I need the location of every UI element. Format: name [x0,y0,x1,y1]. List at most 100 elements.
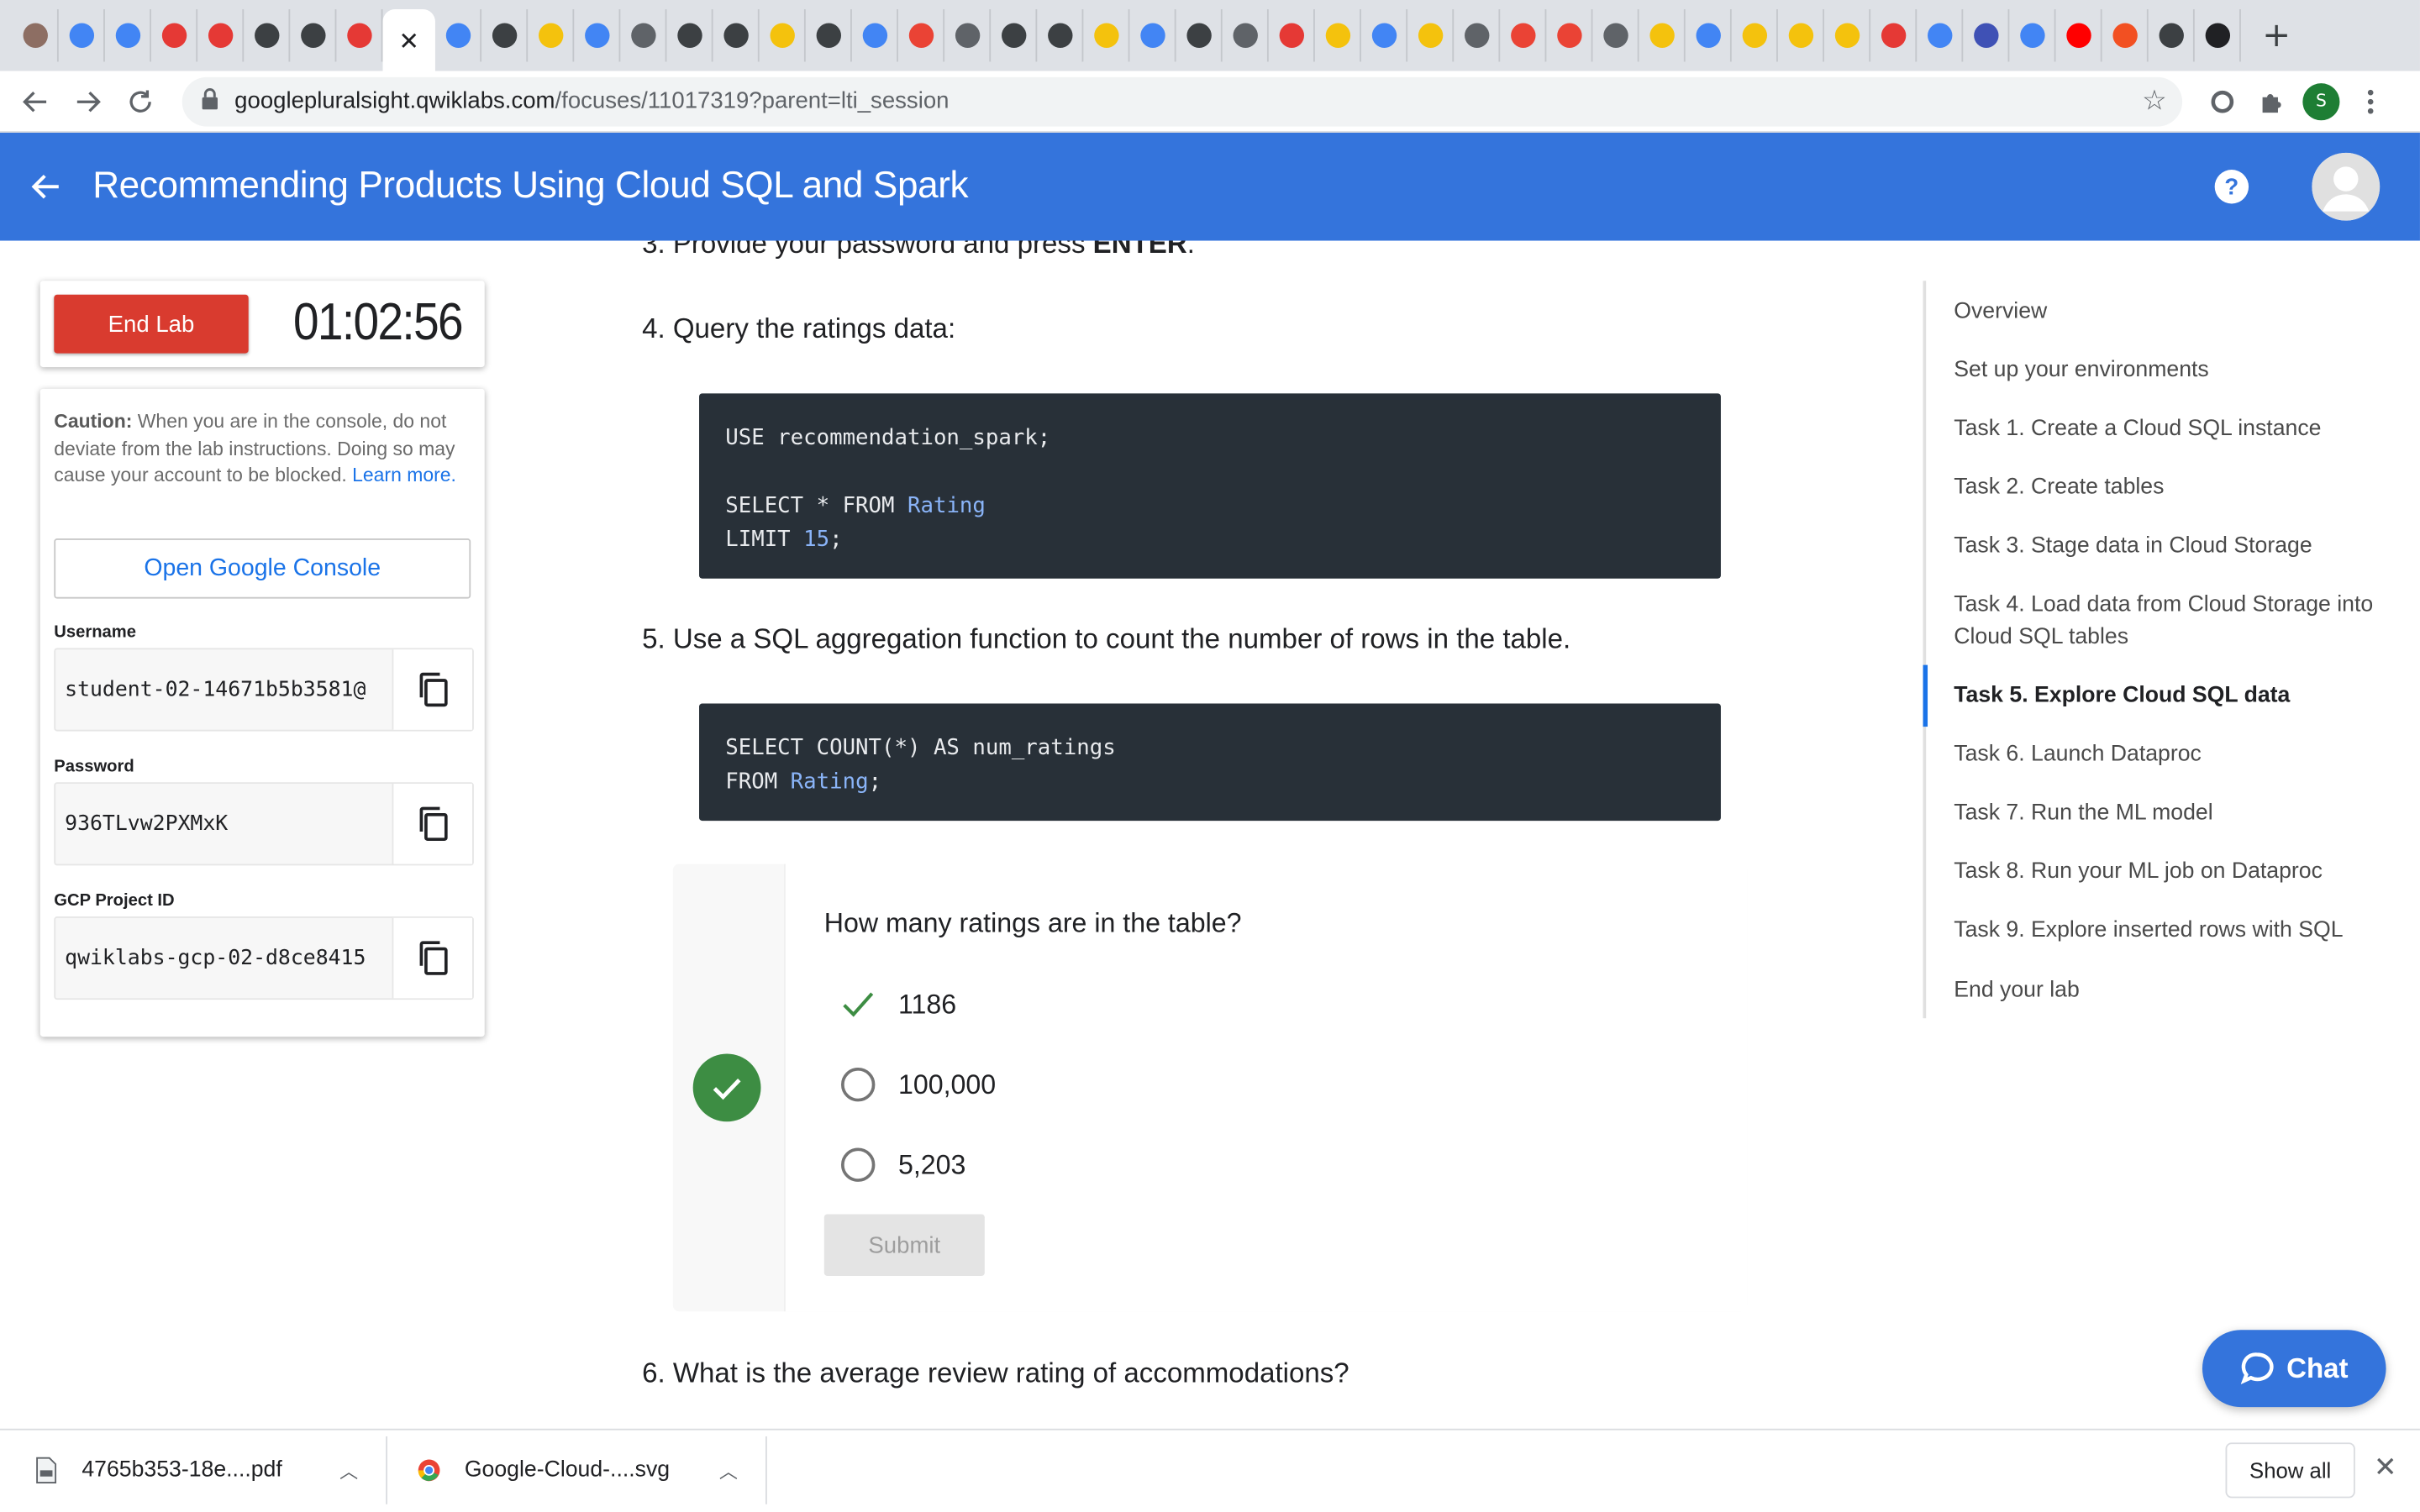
password-value[interactable]: 936TLvw2PXMxK [55,784,392,864]
browser-tab[interactable] [620,9,667,62]
reload-icon[interactable] [114,75,166,127]
browser-tab[interactable] [991,9,1038,62]
kebab-menu-icon[interactable] [2346,76,2396,126]
toc-item[interactable]: Overview [1954,297,2402,329]
new-tab-button[interactable]: + [2254,13,2300,59]
browser-tab[interactable] [760,9,806,62]
browser-tab[interactable] [1083,9,1130,62]
toc-item[interactable]: Task 4. Load data from Cloud Storage int… [1954,590,2402,654]
user-avatar[interactable] [2312,152,2381,221]
radio-button[interactable] [841,1067,876,1102]
browser-tab[interactable] [1546,9,1593,62]
browser-tab[interactable] [2102,9,2149,62]
browser-tab[interactable] [197,9,245,62]
browser-tab[interactable] [852,9,898,62]
browser-tab[interactable] [290,9,337,62]
quiz-option-2[interactable]: 100,000 [841,1067,996,1102]
browser-tab[interactable] [2149,9,2195,62]
radio-button[interactable] [841,1147,876,1182]
toc-item[interactable]: Task 3. Stage data in Cloud Storage [1954,531,2402,564]
browser-tab[interactable] [806,9,852,62]
browser-tab[interactable] [105,9,151,62]
browser-tab[interactable] [944,9,992,62]
browser-tab[interactable] [1639,9,1686,62]
browser-tab[interactable] [1778,9,1824,62]
browser-tab[interactable] [1315,9,1361,62]
browser-tab[interactable] [1454,9,1501,62]
browser-tab[interactable] [336,9,383,62]
browser-tab[interactable] [528,9,575,62]
quiz-option-3[interactable]: 5,203 [841,1147,965,1182]
close-icon[interactable]: ✕ [2374,1452,2397,1484]
toc-item[interactable]: Set up your environments [1954,354,2402,387]
puzzle-extensions-icon[interactable] [2247,76,2296,126]
browser-tab[interactable] [1500,9,1547,62]
browser-tab[interactable] [435,9,482,62]
browser-tab[interactable] [1176,9,1223,62]
username-value[interactable]: student-02-14671b5b3581@ [55,649,392,730]
forward-arrow-icon[interactable] [61,75,113,127]
browser-tab[interactable] [1732,9,1778,62]
address-bar[interactable]: googlepluralsight.qwiklabs.com /focuses/… [182,76,2183,126]
browser-tab[interactable] [1407,9,1455,62]
browser-tab[interactable] [2055,9,2102,62]
toc-item[interactable]: Task 5. Explore Cloud SQL data [1954,680,2402,713]
bookmark-star-icon[interactable]: ☆ [2142,85,2167,118]
browser-tab[interactable] [666,9,713,62]
browser-tab[interactable] [244,9,291,62]
close-icon[interactable]: ✕ [398,25,419,55]
show-all-downloads-button[interactable]: Show all [2225,1442,2355,1499]
quiz-option-1[interactable]: 1186 [841,987,956,1021]
copy-icon[interactable] [392,649,473,730]
open-google-console-button[interactable]: Open Google Console [54,538,471,599]
browser-tab[interactable] [2195,9,2241,62]
browser-tab[interactable] [13,9,59,62]
copy-icon[interactable] [392,917,473,999]
back-arrow-icon[interactable] [0,133,92,241]
browser-tab[interactable] [1223,9,1269,62]
toc-item[interactable]: Task 9. Explore inserted rows with SQL [1954,915,2402,948]
toc-item[interactable]: Task 8. Run your ML job on Dataproc [1954,856,2402,889]
toc-item[interactable]: Task 2. Create tables [1954,472,2402,505]
help-icon[interactable]: ? [2214,170,2249,204]
project-id-value[interactable]: qwiklabs-gcp-02-d8ce8415 [55,918,392,999]
browser-tab[interactable] [574,9,621,62]
browser-tab[interactable] [59,9,105,62]
chevron-up-icon[interactable]: ︿ [719,1457,738,1483]
browser-tab[interactable] [1361,9,1408,62]
code-block-query-ratings[interactable]: USE recommendation_spark; SELECT * FROM … [699,393,1721,579]
chat-button[interactable]: Chat [2202,1330,2386,1408]
submit-button[interactable]: Submit [823,1214,985,1276]
browser-tab[interactable] [1824,9,1871,62]
toc-item[interactable]: End your lab [1954,975,2402,1008]
toc-item[interactable]: Task 6. Launch Dataproc [1954,739,2402,772]
download-filename: 4765b353-18e....pdf [82,1457,282,1483]
end-lab-button[interactable]: End Lab [54,294,249,354]
download-item[interactable]: 4765b353-18e....pdf ︿ [34,1431,388,1511]
video-icon [68,23,94,48]
back-arrow-icon[interactable] [9,75,61,127]
browser-tab[interactable] [1037,9,1084,62]
copy-icon[interactable] [392,784,473,864]
browser-tab[interactable] [1686,9,1732,62]
browser-tab[interactable] [1917,9,1964,62]
browser-tab[interactable] [2009,9,2056,62]
browser-tab[interactable] [1963,9,2010,62]
extension-circle-icon[interactable] [2197,76,2247,126]
browser-tab[interactable] [713,9,760,62]
chevron-up-icon[interactable]: ︿ [339,1457,358,1483]
toc-item[interactable]: Task 1. Create a Cloud SQL instance [1954,413,2402,446]
browser-tab[interactable] [481,9,529,62]
browser-tab[interactable] [1269,9,1315,62]
learn-more-link[interactable]: Learn more. [352,465,456,486]
browser-tab[interactable] [1592,9,1639,62]
code-block-count-ratings[interactable]: SELECT COUNT(*) AS num_ratings FROM Rati… [699,703,1721,822]
browser-tab[interactable] [1870,9,1918,62]
browser-tab[interactable] [898,9,945,62]
browser-tab[interactable]: ✕ [382,9,435,71]
download-item[interactable]: Google-Cloud-....svg ︿ [417,1431,769,1511]
toc-item[interactable]: Task 7. Run the ML model [1954,798,2402,831]
browser-tab[interactable] [151,9,198,62]
profile-avatar[interactable]: S [2296,76,2346,126]
browser-tab[interactable] [1129,9,1176,62]
